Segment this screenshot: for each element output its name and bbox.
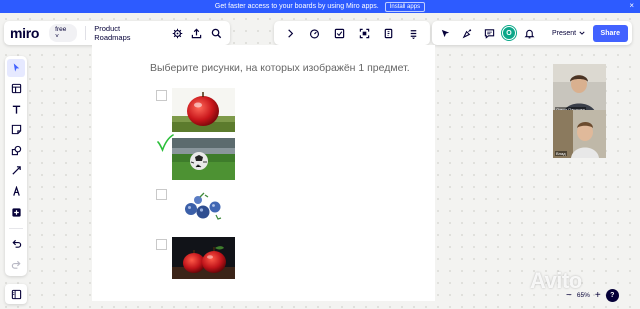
board-title[interactable]: Product Roadmaps (94, 24, 156, 42)
select-icon[interactable] (7, 59, 25, 77)
comment-icon[interactable] (480, 25, 498, 41)
video-tile-1[interactable]: Ольга Пашкова (553, 64, 606, 114)
zoom-controls: − 65% + ? (566, 286, 632, 304)
creation-toolbar (5, 56, 27, 276)
football-ball-photo (172, 138, 235, 180)
collaboration-toolbar (274, 21, 430, 45)
two-apples-photo (172, 237, 235, 279)
cursor-icon[interactable] (436, 25, 454, 41)
board-panel-toggle[interactable] (5, 284, 27, 304)
card-icon[interactable] (381, 25, 397, 41)
share-button[interactable]: Share (592, 24, 628, 42)
present-label: Present (552, 29, 577, 37)
redo-icon[interactable] (7, 255, 25, 273)
chevron-right-icon[interactable] (282, 25, 298, 41)
more-icon[interactable] (406, 25, 422, 41)
top-right-toolbar: O Present Share (432, 21, 632, 45)
bell-icon[interactable] (520, 25, 538, 41)
sticky-icon[interactable] (7, 121, 25, 139)
present-button[interactable]: Present (546, 27, 591, 40)
toolbar-separator (9, 227, 23, 229)
install-apps-button[interactable]: Install apps (384, 1, 426, 12)
option-3-checkbox[interactable] (156, 189, 167, 200)
plan-badge[interactable]: free ˅ (49, 24, 78, 42)
upload-icon[interactable] (189, 25, 204, 41)
chevron-down-icon (579, 31, 585, 35)
zoom-out-button[interactable]: − (566, 290, 572, 301)
text-icon[interactable] (7, 100, 25, 118)
banner-text: Get faster access to your boards by usin… (214, 3, 379, 10)
zoom-level[interactable]: 65% (577, 292, 590, 299)
panel-icon (11, 289, 21, 299)
search-icon[interactable] (209, 25, 224, 41)
participant-name: Влад (555, 151, 567, 156)
banner-close-button[interactable]: × (629, 1, 634, 10)
zoom-in-button[interactable]: + (595, 290, 601, 301)
templates-icon[interactable] (7, 80, 25, 98)
divider (85, 26, 87, 40)
pen-icon[interactable] (7, 183, 25, 201)
blue-berries-photo (172, 187, 235, 231)
miro-logo[interactable]: miro (10, 25, 39, 41)
app-banner: Get faster access to your boards by usin… (0, 0, 640, 13)
shapes-icon[interactable] (7, 141, 25, 159)
user-avatar[interactable]: O (502, 26, 516, 40)
question-text: Выберите рисунки, на которых изображён 1… (150, 62, 410, 74)
plan-label: free (55, 26, 67, 33)
undo-icon[interactable] (7, 235, 25, 253)
add-icon[interactable] (7, 203, 25, 221)
timer-icon[interactable] (307, 25, 323, 41)
option-1-checkbox[interactable] (156, 90, 167, 101)
worksheet-document (92, 45, 435, 301)
board-header: miro free ˅ Product Roadmaps (4, 21, 230, 45)
sticky-note-icon[interactable] (332, 25, 348, 41)
video-tile-2[interactable]: Влад (553, 110, 606, 158)
single-apple-photo (172, 88, 235, 132)
settings-icon[interactable] (170, 25, 185, 41)
option-4-checkbox[interactable] (156, 239, 167, 250)
connector-icon[interactable] (7, 162, 25, 180)
reactions-icon[interactable] (458, 25, 476, 41)
help-button[interactable]: ? (605, 288, 619, 302)
frame-icon[interactable] (356, 25, 372, 41)
